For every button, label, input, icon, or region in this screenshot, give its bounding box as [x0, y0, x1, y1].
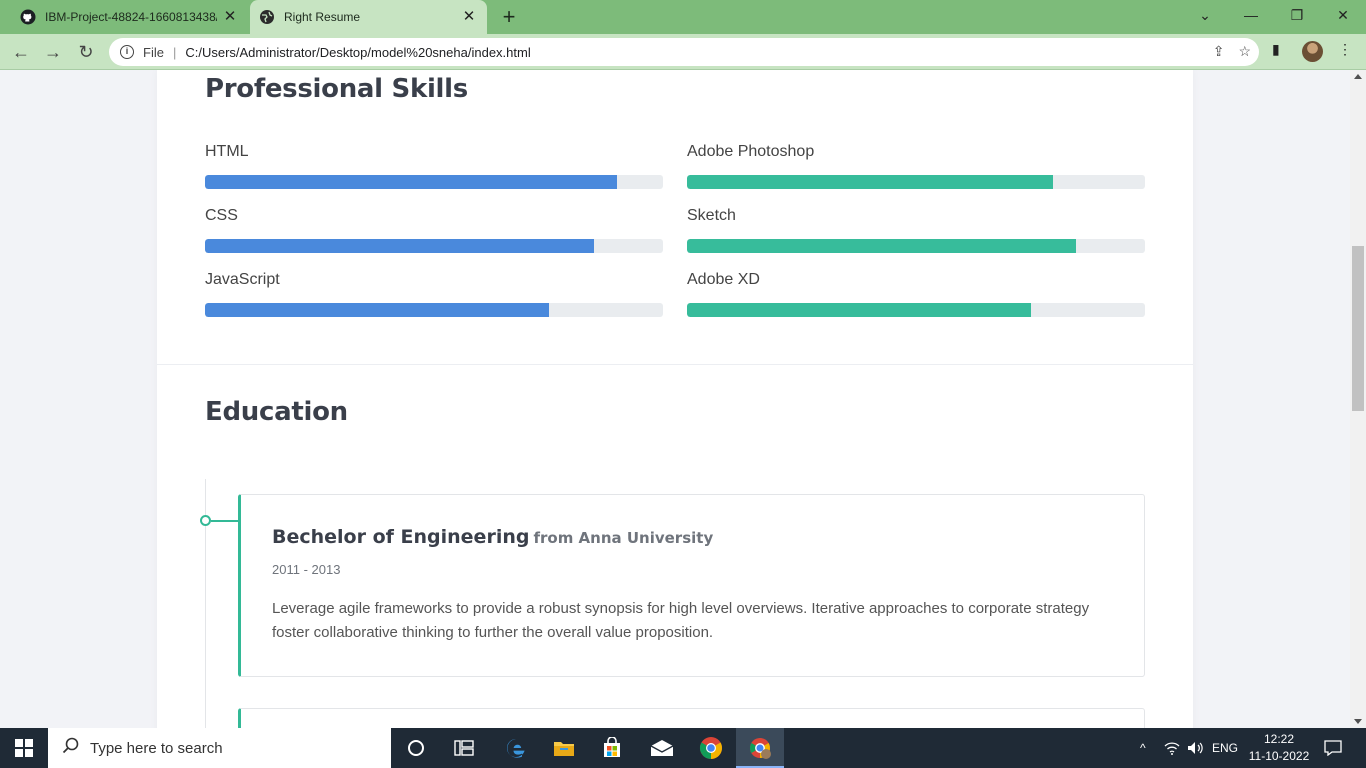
skill-progress-track [687, 239, 1145, 253]
microsoft-store-icon[interactable] [588, 728, 636, 768]
page-viewport: Professional Skills HTML Adobe Photoshop… [0, 70, 1350, 728]
share-icon[interactable]: ⇪ [1213, 43, 1225, 60]
tab-search-chevron-icon[interactable]: ⌄ [1182, 0, 1228, 30]
skill-html: HTML [205, 143, 663, 189]
timeline-dot [200, 515, 211, 526]
skill-css: CSS [205, 207, 663, 253]
section-divider [157, 364, 1193, 365]
skill-adobe-xd: Adobe XD [687, 271, 1145, 317]
info-icon[interactable]: i [120, 45, 134, 59]
clock-date: 11-10-2022 [1248, 749, 1310, 763]
minimize-icon[interactable]: — [1228, 0, 1274, 30]
profile-avatar[interactable] [1302, 41, 1323, 62]
task-view-icon[interactable] [440, 728, 488, 768]
timeline-connector [211, 520, 238, 522]
browser-tab-github[interactable]: IBM-Project-48824-1660813438/ ✕ [0, 0, 248, 34]
chrome-icon[interactable] [687, 728, 735, 768]
taskbar-search-box[interactable]: Type here to search [48, 728, 391, 768]
skill-progress-fill [687, 303, 1031, 317]
side-panel-icon[interactable]: ▮ [1272, 41, 1280, 58]
skill-name: CSS [205, 207, 238, 224]
clock-time: 12:22 [1263, 732, 1295, 746]
address-bar[interactable]: i File | C:/Users/Administrator/Desktop/… [109, 38, 1259, 66]
url-text[interactable]: C:/Users/Administrator/Desktop/model%20s… [185, 45, 530, 60]
windows-start-icon[interactable] [0, 728, 48, 768]
skill-progress-fill [205, 303, 549, 317]
browser-tab-strip: IBM-Project-48824-1660813438/ ✕ Right Re… [0, 0, 1366, 34]
globe-icon [259, 9, 275, 25]
reload-icon[interactable]: ↻ [74, 40, 98, 64]
browser-toolbar: ← → ↻ i File | C:/Users/Administrator/De… [0, 34, 1366, 70]
browser-tab-right-resume[interactable]: Right Resume ✕ [250, 0, 487, 34]
tab-label: Right Resume [284, 10, 361, 24]
education-item: Bechelor of Engineering from Anna Univers… [238, 494, 1145, 677]
input-language[interactable]: ENG [1212, 728, 1238, 768]
skill-name: HTML [205, 143, 249, 160]
skill-progress-track [687, 175, 1145, 189]
volume-icon[interactable] [1187, 728, 1205, 768]
file-explorer-icon[interactable] [540, 728, 588, 768]
resume-card: Professional Skills HTML Adobe Photoshop… [157, 70, 1193, 728]
education-item-next [238, 708, 1145, 728]
mail-icon[interactable] [638, 728, 686, 768]
institution-name: from Anna University [533, 529, 714, 547]
degree-title: Bechelor of Engineering [272, 526, 530, 548]
windows-taskbar: Type here to search ^ ENG 12:22 11-10-20… [0, 728, 1366, 768]
new-tab-button[interactable]: + [497, 6, 521, 28]
skill-progress-track [205, 175, 663, 189]
skill-progress-fill [205, 239, 595, 253]
menu-kebab-icon[interactable]: ⋮ [1338, 41, 1352, 58]
skill-progress-fill [687, 175, 1054, 189]
close-tab-icon[interactable]: ✕ [222, 9, 238, 25]
skill-name: Adobe XD [687, 271, 760, 288]
skill-name: JavaScript [205, 271, 280, 288]
show-hidden-icons-chevron-icon[interactable]: ^ [1140, 728, 1146, 768]
bookmark-star-icon[interactable]: ☆ [1238, 43, 1251, 60]
scrollbar-thumb[interactable] [1352, 246, 1364, 411]
search-icon [62, 737, 80, 759]
address-separator: | [172, 44, 177, 60]
education-years: 2011 - 2013 [272, 562, 341, 577]
notifications-icon[interactable] [1324, 728, 1342, 768]
skill-progress-track [205, 239, 663, 253]
network-wifi-icon[interactable] [1164, 728, 1180, 768]
cortana-icon[interactable] [392, 728, 440, 768]
taskbar-clock[interactable]: 12:22 11-10-2022 [1240, 731, 1318, 765]
tab-label: IBM-Project-48824-1660813438/ [45, 10, 217, 24]
close-tab-icon[interactable]: ✕ [461, 9, 477, 25]
skill-progress-track [687, 303, 1145, 317]
edge-browser-icon[interactable] [492, 728, 540, 768]
skill-name: Sketch [687, 207, 736, 224]
search-placeholder: Type here to search [90, 739, 223, 757]
chrome-profile-icon[interactable] [736, 728, 784, 768]
back-arrow-icon[interactable]: ← [9, 40, 33, 64]
skill-javascript: JavaScript [205, 271, 663, 317]
page-scrollbar[interactable] [1350, 70, 1366, 728]
restore-icon[interactable]: ❐ [1274, 0, 1320, 30]
education-section-title: Education [205, 397, 348, 427]
scroll-up-arrow-icon[interactable] [1354, 74, 1362, 79]
skill-progress-track [205, 303, 663, 317]
skill-name: Adobe Photoshop [687, 143, 815, 160]
skill-progress-fill [687, 239, 1077, 253]
education-heading: Bechelor of Engineering from Anna Univers… [272, 526, 713, 548]
education-description: Leverage agile frameworks to provide a r… [272, 600, 1090, 641]
skill-progress-fill [205, 175, 618, 189]
github-icon [20, 9, 36, 25]
scroll-down-arrow-icon[interactable] [1354, 719, 1362, 724]
skill-sketch: Sketch [687, 207, 1145, 253]
file-scheme-label: File [143, 44, 164, 60]
skill-adobe-photoshop: Adobe Photoshop [687, 143, 1145, 189]
skills-section-title: Professional Skills [205, 74, 468, 104]
close-window-icon[interactable]: ✕ [1320, 0, 1366, 30]
forward-arrow-icon[interactable]: → [41, 40, 65, 64]
